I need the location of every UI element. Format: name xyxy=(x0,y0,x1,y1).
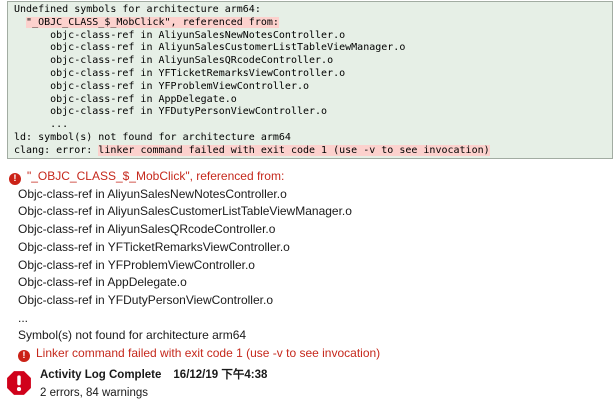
console-line: objc-class-ref in YFProblemViewControlle… xyxy=(14,80,310,92)
activity-log-timestamp: 16/12/19 下午4:38 xyxy=(173,369,268,381)
console-line: objc-class-ref in AliyunSalesCustomerLis… xyxy=(14,42,406,54)
issue-linker-error[interactable]: ! Linker command failed with exit code 1 … xyxy=(18,345,614,363)
console-line: ... xyxy=(14,119,69,131)
console-line: clang: error: linker command failed with… xyxy=(14,144,490,156)
activity-log-row[interactable]: Activity Log Complete 16/12/19 下午4:38 2 e… xyxy=(6,365,267,401)
console-line: objc-class-ref in YFDutyPersonViewContro… xyxy=(14,106,328,118)
activity-log-title: Activity Log Complete xyxy=(40,369,162,381)
console-line: objc-class-ref in AliyunSalesNewNotesCon… xyxy=(14,29,346,41)
console-log: Undefined symbols for architecture arm64… xyxy=(7,1,613,159)
console-line: Undefined symbols for architecture arm64… xyxy=(14,4,261,15)
issue-ref-row[interactable]: Objc-class-ref in AppDelegate.o xyxy=(18,274,614,292)
xcode-build-log-screen: Undefined symbols for architecture arm64… xyxy=(0,0,614,406)
issue-refs: Objc-class-ref in AliyunSalesNewNotesCon… xyxy=(18,186,614,310)
issue-error-symbol-label: "_OBJC_CLASS_$_MobClick", referenced fro… xyxy=(27,169,285,183)
console-line: "_OBJC_CLASS_$_MobClick", referenced fro… xyxy=(26,16,279,28)
activity-log-summary: 2 errors, 84 warnings xyxy=(40,387,149,399)
console-line: objc-class-ref in AliyunSalesQRcodeContr… xyxy=(14,55,334,67)
console-line: objc-class-ref in AppDelegate.o xyxy=(14,93,237,105)
issue-ref-row[interactable]: Objc-class-ref in AliyunSalesNewNotesCon… xyxy=(18,186,614,204)
console-line: ld: symbol(s) not found for architecture… xyxy=(14,131,291,143)
issue-ref-row[interactable]: Objc-class-ref in YFTicketRemarksViewCon… xyxy=(18,239,614,257)
stop-error-icon xyxy=(6,370,32,396)
issue-ref-row[interactable]: Objc-class-ref in AliyunSalesCustomerLis… xyxy=(18,203,614,221)
issue-linker-error-label: Linker command failed with exit code 1 (… xyxy=(36,346,381,361)
issue-ref-row[interactable]: Objc-class-ref in YFDutyPersonViewContro… xyxy=(18,292,614,310)
issue-list: ! "_OBJC_CLASS_$_MobClick", referenced fr… xyxy=(9,168,614,363)
error-circle-icon: ! xyxy=(9,173,21,185)
error-circle-icon: ! xyxy=(18,350,30,363)
activity-log-text: Activity Log Complete 16/12/19 下午4:38 2 e… xyxy=(40,365,267,401)
issue-ref-row[interactable]: Objc-class-ref in AliyunSalesQRcodeContr… xyxy=(18,221,614,239)
issue-ref-row[interactable]: Objc-class-ref in YFProblemViewControlle… xyxy=(18,257,614,275)
issue-ellipsis: ... xyxy=(18,310,29,325)
console-line: objc-class-ref in YFTicketRemarksViewCon… xyxy=(14,67,346,79)
issue-symbol-not-found[interactable]: Symbol(s) not found for architecture arm… xyxy=(18,327,614,345)
issue-error-symbol[interactable]: ! "_OBJC_CLASS_$_MobClick", referenced fr… xyxy=(9,168,614,186)
